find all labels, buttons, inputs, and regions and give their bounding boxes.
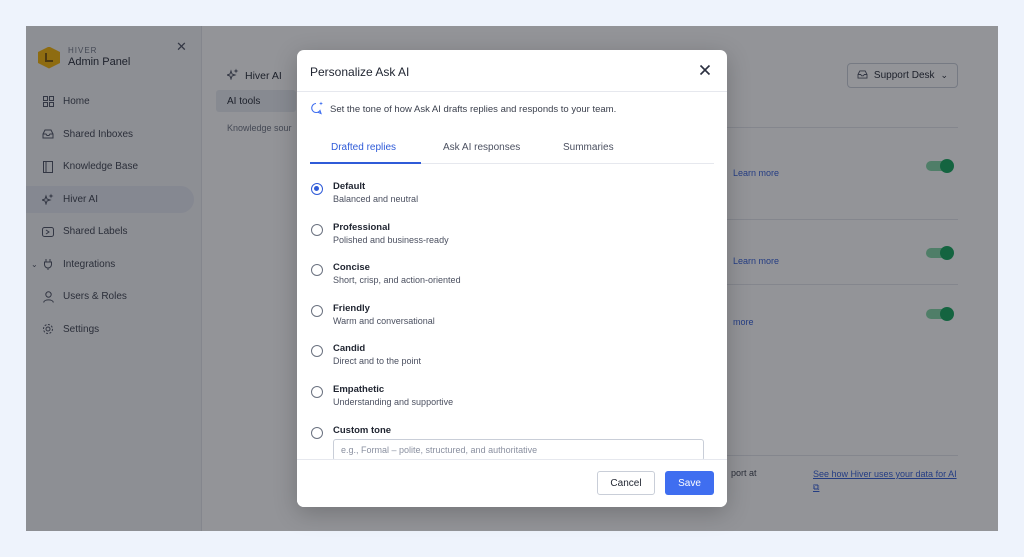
dialog-header: Personalize Ask AI [297, 50, 727, 92]
tab-summaries[interactable]: Summaries [563, 142, 614, 153]
dialog-description: Set the tone of how Ask AI drafts replie… [310, 101, 616, 118]
option-subtitle: Direct and to the point [333, 356, 422, 366]
tone-options: Default Balanced and neutral Professiona… [297, 181, 727, 459]
radio-button[interactable] [311, 304, 323, 317]
description-text: Set the tone of how Ask AI drafts replie… [330, 104, 617, 115]
tab-drafted-replies[interactable]: Drafted replies [331, 142, 396, 153]
ai-chat-icon [310, 101, 324, 118]
tone-option-empathetic[interactable]: Empathetic Understanding and supportive [311, 384, 711, 418]
active-tab-indicator [310, 162, 421, 164]
option-title: Concise [333, 262, 370, 273]
option-subtitle: Short, crisp, and action-oriented [333, 275, 461, 285]
radio-button[interactable] [311, 385, 323, 398]
radio-button[interactable] [311, 223, 323, 236]
option-subtitle: Warm and conversational [333, 315, 435, 326]
custom-tone-input[interactable] [333, 439, 704, 461]
option-title: Custom tone [333, 424, 392, 436]
dialog-footer: Cancel Save [297, 459, 727, 507]
option-title: Empathetic [333, 383, 385, 395]
option-title: Default [333, 181, 366, 192]
dialog-title: Personalize Ask AI [310, 65, 410, 79]
option-title: Professional [333, 221, 391, 233]
save-button[interactable]: Save [665, 471, 714, 495]
tone-option-default[interactable]: Default Balanced and neutral [311, 181, 711, 215]
tone-option-candid[interactable]: Candid Direct and to the point [311, 343, 711, 377]
option-subtitle: Understanding and supportive [333, 396, 454, 407]
option-title: Friendly [333, 302, 370, 314]
option-subtitle: Polished and business-ready [333, 234, 449, 245]
cancel-button[interactable]: Cancel [597, 471, 655, 495]
radio-button[interactable] [311, 345, 323, 357]
tone-option-friendly[interactable]: Friendly Warm and conversational [311, 303, 711, 337]
personalize-ask-ai-dialog: Personalize Ask AI Set the tone of how A… [297, 50, 727, 507]
option-subtitle: Balanced and neutral [333, 194, 419, 204]
radio-button[interactable] [311, 183, 323, 195]
option-title: Candid [333, 343, 366, 354]
radio-button[interactable] [311, 426, 323, 439]
tone-option-professional[interactable]: Professional Polished and business-ready [311, 222, 711, 256]
tone-option-concise[interactable]: Concise Short, crisp, and action-oriente… [311, 262, 711, 296]
close-icon[interactable] [697, 62, 713, 78]
tone-tabs: Drafted replies Ask AI responses Summari… [310, 134, 714, 164]
radio-button[interactable] [311, 264, 323, 276]
tab-ask-ai-responses[interactable]: Ask AI responses [443, 142, 520, 153]
